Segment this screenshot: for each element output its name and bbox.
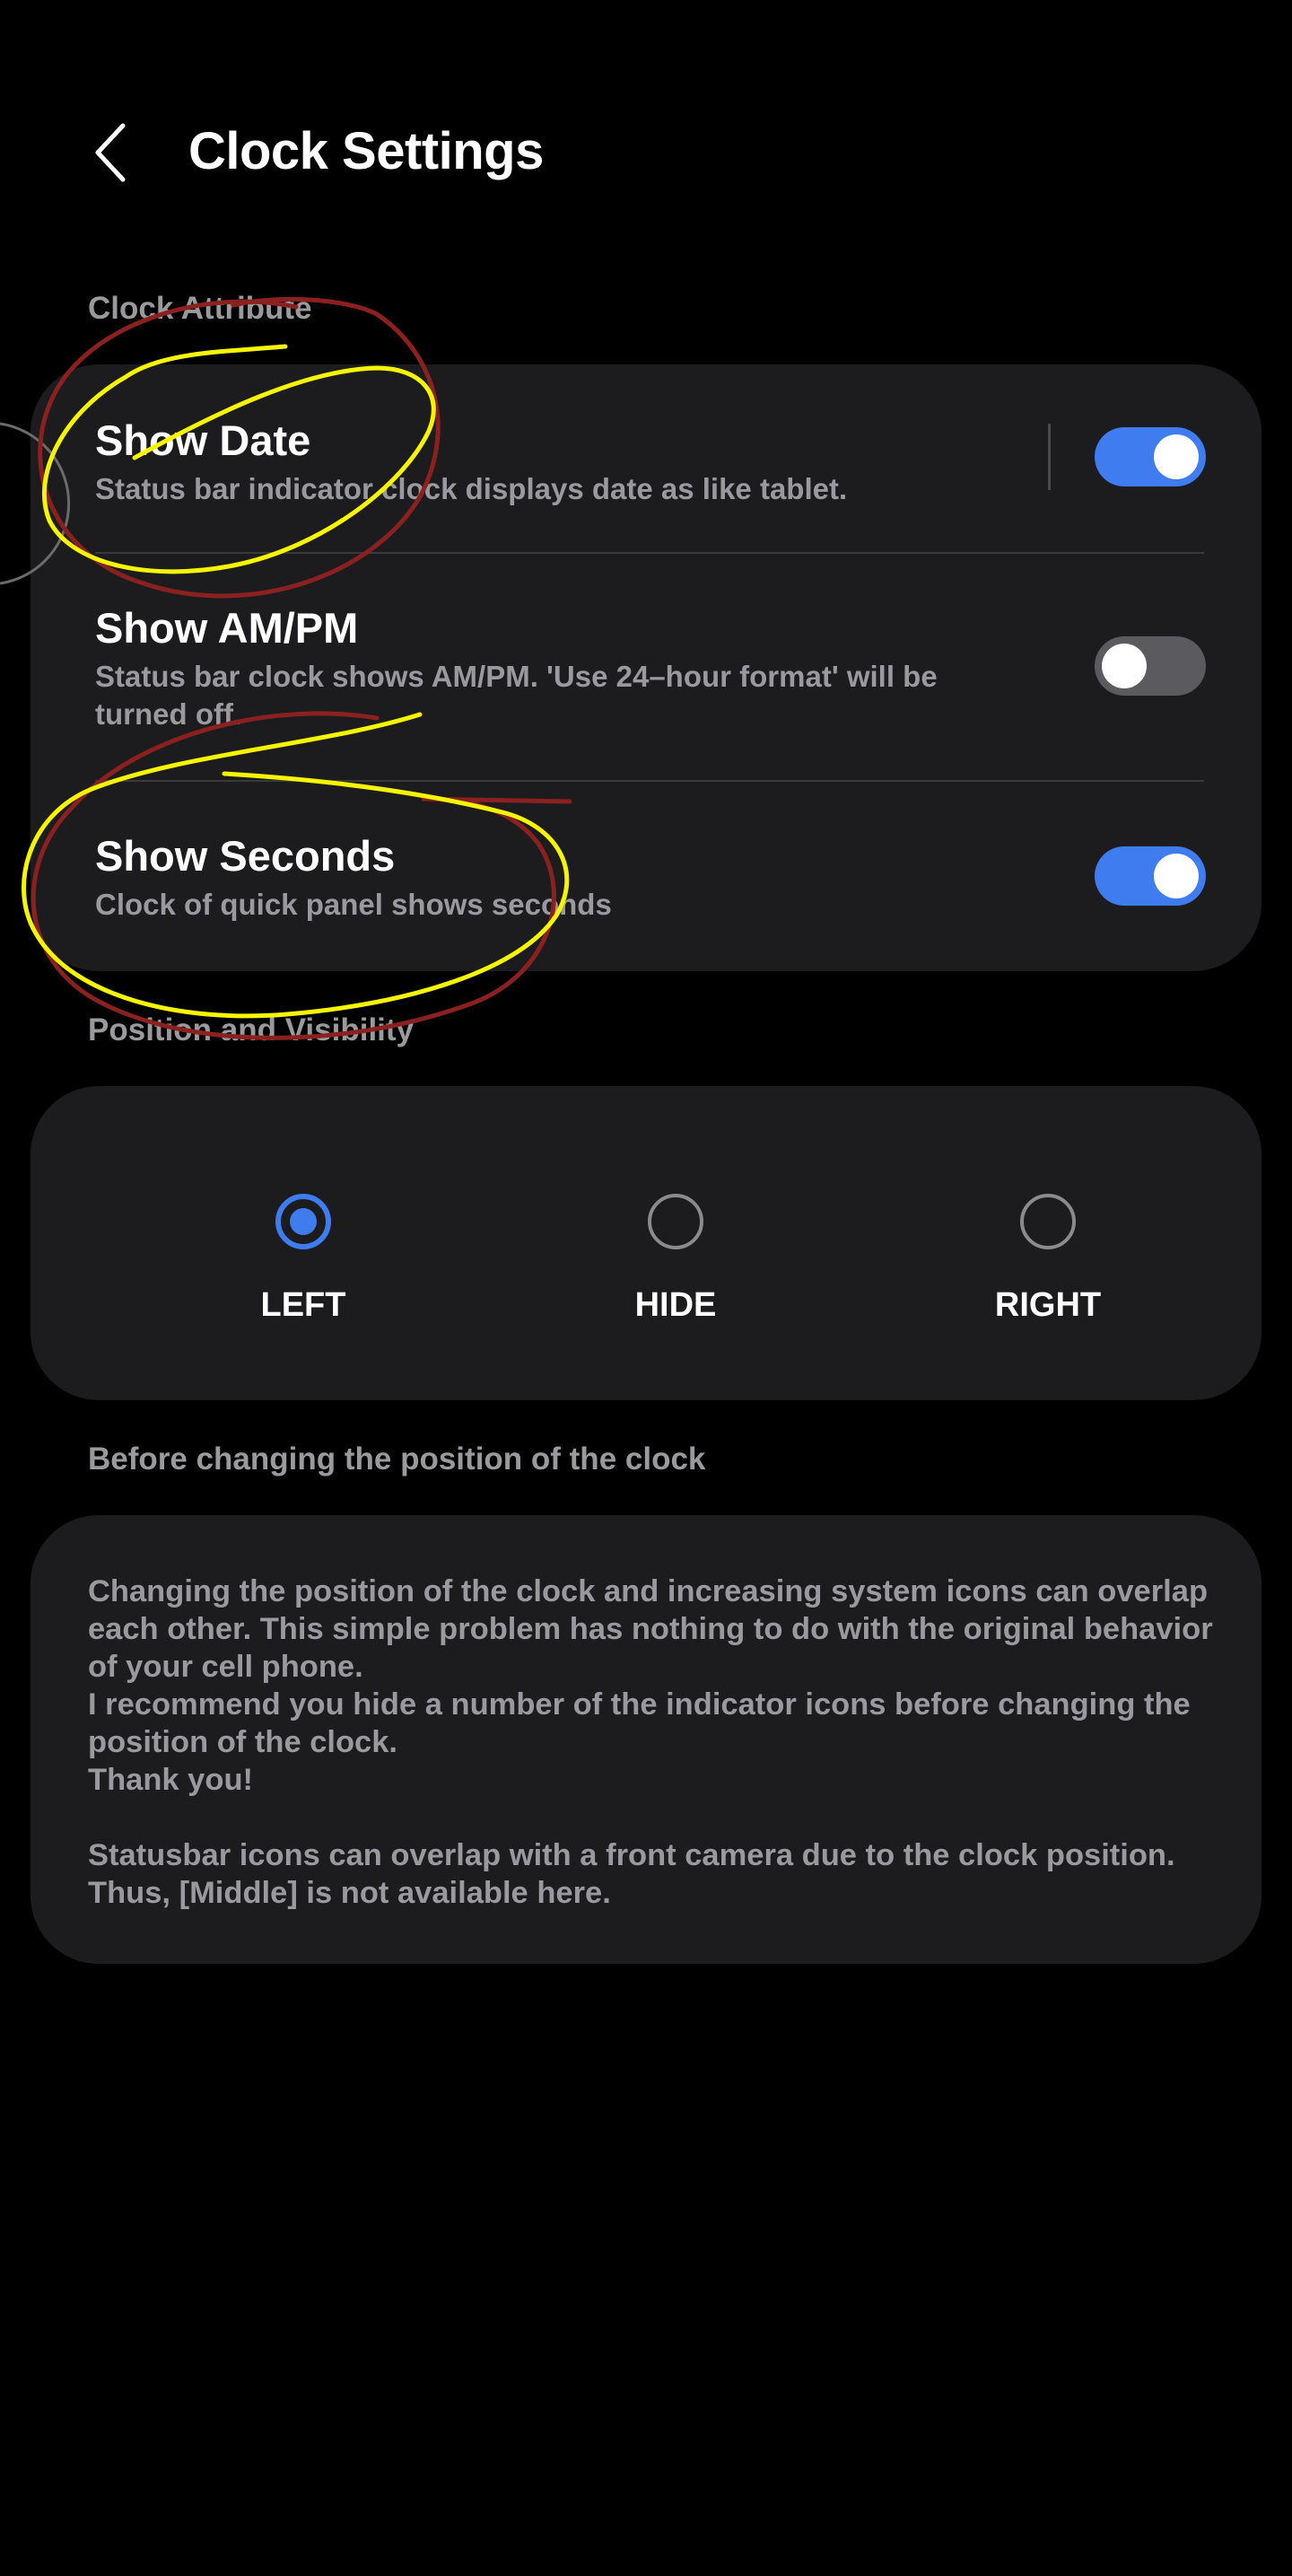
position-option-label: RIGHT [994, 1286, 1102, 1324]
row-separator [1048, 424, 1051, 490]
clock-attribute-card: Show Date Status bar indicator clock dis… [31, 364, 1261, 971]
radio-dot [290, 1208, 317, 1235]
toggle-knob [1102, 644, 1147, 688]
show-date-toggle[interactable] [1095, 427, 1206, 486]
position-card: LEFT HIDE RIGHT [31, 1086, 1261, 1400]
position-option-hide[interactable]: HIDE [545, 1176, 814, 1355]
radio-button[interactable] [648, 1194, 703, 1249]
section-label-clock-attribute: Clock Attribute [88, 291, 312, 326]
show-date-title: Show Date [95, 416, 311, 464]
show-seconds-title: Show Seconds [95, 832, 396, 880]
show-date-description: Status bar indicator clock displays date… [95, 472, 848, 505]
show-ampm-description: Status bar clock shows AM/PM. 'Use 24–ho… [95, 660, 938, 731]
info-text: Changing the position of the clock and i… [88, 1574, 1213, 1910]
position-option-label: HIDE [634, 1286, 717, 1324]
chevron-left-icon [95, 123, 126, 182]
toggle-knob [1154, 434, 1199, 479]
radio-button[interactable] [1020, 1194, 1076, 1249]
app-bar: Clock Settings [0, 0, 1292, 305]
section-label-before-changing: Before changing the position of the cloc… [88, 1441, 706, 1476]
position-option-right[interactable]: RIGHT [917, 1176, 1186, 1355]
show-seconds-row[interactable]: Show Seconds Clock of quick panel shows … [31, 782, 1261, 971]
page-title: Clock Settings [188, 122, 544, 180]
position-radio-group: LEFT HIDE RIGHT [31, 1086, 1261, 1400]
back-button[interactable] [79, 108, 142, 197]
info-card: Changing the position of the clock and i… [31, 1515, 1261, 1964]
show-seconds-toggle[interactable] [1095, 846, 1206, 906]
show-ampm-toggle[interactable] [1095, 636, 1206, 696]
toggle-knob [1154, 854, 1199, 898]
show-ampm-title: Show AM/PM [95, 604, 359, 652]
edge-handle-arc [0, 422, 71, 585]
position-option-left[interactable]: LEFT [172, 1176, 441, 1355]
section-label-position: Position and Visibility [88, 1012, 415, 1047]
position-option-label: LEFT [260, 1286, 346, 1324]
show-ampm-row[interactable]: Show AM/PM Status bar clock shows AM/PM.… [31, 554, 1261, 780]
show-seconds-description: Clock of quick panel shows seconds [95, 888, 612, 921]
show-date-row[interactable]: Show Date Status bar indicator clock dis… [31, 364, 1261, 553]
radio-button-selected[interactable] [275, 1194, 331, 1249]
